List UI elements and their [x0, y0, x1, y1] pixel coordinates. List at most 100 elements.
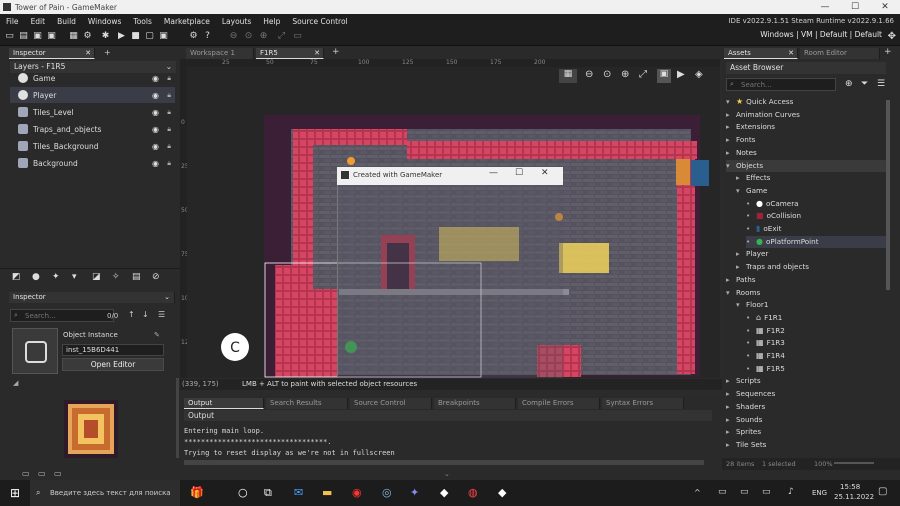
page3-icon[interactable]: ▭ [54, 469, 62, 478]
chevron-down-icon[interactable]: ▾ [726, 96, 736, 108]
inspector-chevron-icon[interactable]: ⌄ [164, 292, 170, 303]
eye-icon[interactable]: ◉ [152, 91, 159, 100]
open-project-icon[interactable]: ▤ [18, 31, 29, 42]
asset-item-rooms[interactable]: ▾ Rooms [726, 287, 886, 299]
room-zoom-in-icon[interactable]: ⊕ [621, 69, 629, 80]
tray-2-icon[interactable]: ▭ [740, 487, 749, 497]
asset-item-player[interactable]: ▸ Player [736, 248, 886, 260]
package-icon[interactable]: ▦ [68, 31, 79, 42]
close-assets-tab-icon[interactable]: ✕ [788, 48, 794, 59]
chevron-right-icon[interactable]: ▸ [726, 147, 736, 159]
asset-scrollbar[interactable] [886, 100, 890, 290]
chrome-icon[interactable]: ◉ [352, 486, 362, 499]
eye-icon[interactable]: ◉ [152, 125, 159, 134]
chevron-right-icon[interactable]: ▸ [726, 414, 736, 426]
settings-icon[interactable]: ⚙ [188, 31, 199, 42]
menu-edit[interactable]: Edit [25, 17, 52, 26]
chevron-right-icon[interactable]: ▸ [726, 388, 736, 400]
bullet-icon[interactable]: • [746, 325, 756, 337]
zoom-in-icon[interactable]: ⊕ [258, 31, 269, 42]
delete-layer-icon[interactable]: ⊘ [152, 272, 160, 282]
volume-icon[interactable]: ♪ [788, 487, 794, 497]
menu-tools[interactable]: Tools [127, 17, 157, 26]
debug-icon[interactable]: ✱ [100, 31, 111, 42]
bullet-icon[interactable]: • [746, 198, 756, 210]
asset-item-scripts[interactable]: ▸ Scripts [726, 375, 886, 387]
target-selector[interactable]: Windows | VM | Default | Default [760, 30, 882, 39]
pin-icon[interactable]: ✎ [154, 331, 160, 339]
output-tab-output[interactable]: Output [184, 398, 264, 409]
page-icon[interactable]: ▭ [22, 469, 30, 478]
asset-item-f1r3[interactable]: • ▦ F1R3 [746, 337, 886, 349]
tab-inspector[interactable]: Inspector ✕ [9, 48, 95, 59]
window-icon[interactable]: ▭ [292, 31, 303, 42]
add-asset-layer-icon[interactable]: ✦ [52, 272, 60, 282]
output-hscrollbar[interactable] [184, 460, 704, 465]
menu-file[interactable]: File [0, 17, 25, 26]
asset-item-game[interactable]: ▾ Game [736, 185, 886, 197]
chevron-down-icon[interactable]: ▾ [736, 299, 746, 311]
output-tab-search-results[interactable]: Search Results [266, 398, 348, 409]
add-tile-layer-icon[interactable]: ● [32, 272, 40, 282]
grid-icon[interactable]: ▦ [559, 69, 577, 83]
asset-menu-icon[interactable]: ☰ [877, 79, 885, 89]
layer-game[interactable]: Game ◉ 🔒︎ [10, 70, 175, 86]
new-project-icon[interactable]: ▭ [4, 31, 15, 42]
chevron-right-icon[interactable]: ▸ [726, 375, 736, 387]
asset-item-oplatformpoint[interactable]: • ● oPlatformPoint [746, 235, 886, 248]
chevron-right-icon[interactable]: ▸ [736, 248, 746, 260]
close-button[interactable]: ✕ [870, 0, 900, 14]
notifications-icon[interactable]: ▢ [878, 486, 887, 497]
add-effect-layer-icon[interactable]: ✧ [112, 272, 120, 282]
menu-marketplace[interactable]: Marketplace [158, 17, 216, 26]
fit-icon[interactable]: ⤢ [276, 31, 287, 42]
inspector-scrollbar[interactable] [176, 378, 179, 458]
asset-item-ocamera[interactable]: • ● oCamera [746, 198, 886, 210]
lock-icon[interactable]: 🔒︎ [167, 125, 171, 134]
menu-windows[interactable]: Windows [82, 17, 127, 26]
add-folder-icon[interactable]: ▤ [132, 272, 141, 282]
add-bg-layer-icon[interactable]: ◪ [92, 272, 101, 282]
menu-build[interactable]: Build [51, 17, 82, 26]
game-maximize-button[interactable]: ☐ [515, 168, 523, 178]
collapse-icon[interactable]: ◢ [13, 379, 18, 387]
menu-icon[interactable]: ☰ [158, 310, 165, 319]
close-tab-icon[interactable]: ✕ [85, 48, 91, 59]
asset-item-fonts[interactable]: ▸ Fonts [726, 134, 886, 146]
chevron-right-icon[interactable]: ▸ [736, 172, 746, 184]
asset-item-sequences[interactable]: ▸ Sequences [726, 388, 886, 400]
teams-icon[interactable]: ✦ [410, 486, 419, 499]
eye-icon[interactable]: ◉ [152, 74, 159, 83]
room-zoom-reset-icon[interactable]: ⊙ [603, 69, 611, 80]
asset-item-floor1[interactable]: ▾ Floor1 [736, 299, 886, 311]
game-minimize-button[interactable]: — [489, 168, 498, 178]
tab-f1r5[interactable]: F1R5 ✕ [256, 48, 324, 59]
output-tab-source-control[interactable]: Source Control [350, 398, 432, 409]
tab-assets[interactable]: Assets ✕ [724, 48, 798, 59]
tray-up-icon[interactable]: ^ [694, 488, 701, 497]
bullet-icon[interactable]: • [746, 363, 756, 375]
language-indicator[interactable]: ENG [812, 489, 827, 497]
asset-item-objects[interactable]: ▾ Objects [726, 159, 886, 172]
help-icon[interactable]: ? [202, 31, 213, 42]
mail-icon[interactable]: ✉ [294, 486, 303, 499]
chevron-right-icon[interactable]: ▸ [726, 121, 736, 133]
instance-name-field[interactable]: inst_15B6D441 [62, 344, 164, 356]
page2-icon[interactable]: ▭ [38, 469, 46, 478]
tray-1-icon[interactable]: ▭ [718, 487, 727, 497]
asset-item-notes[interactable]: ▸ Notes [726, 147, 886, 159]
chevron-right-icon[interactable]: ▸ [726, 134, 736, 146]
asset-item-oexit[interactable]: • ▮ oExit [746, 223, 886, 235]
run-icon[interactable]: ▶ [116, 31, 127, 42]
add-instance-layer-icon[interactable]: ◩ [12, 272, 21, 282]
bullet-icon[interactable]: • [746, 312, 756, 324]
output-collapse-icon[interactable]: ⌄ [444, 470, 450, 478]
asset-item-animation-curves[interactable]: ▸ Animation Curves [726, 109, 886, 121]
explorer-icon[interactable]: ▬ [322, 486, 332, 499]
eye-icon[interactable]: ◉ [152, 159, 159, 168]
close-room-tab-icon[interactable]: ✕ [314, 48, 320, 59]
chevron-right-icon[interactable]: ▸ [726, 439, 736, 451]
build-icon[interactable]: ⚙ [82, 31, 93, 42]
asset-search-input[interactable] [741, 80, 833, 89]
save-icon[interactable]: ▣ [32, 31, 43, 42]
